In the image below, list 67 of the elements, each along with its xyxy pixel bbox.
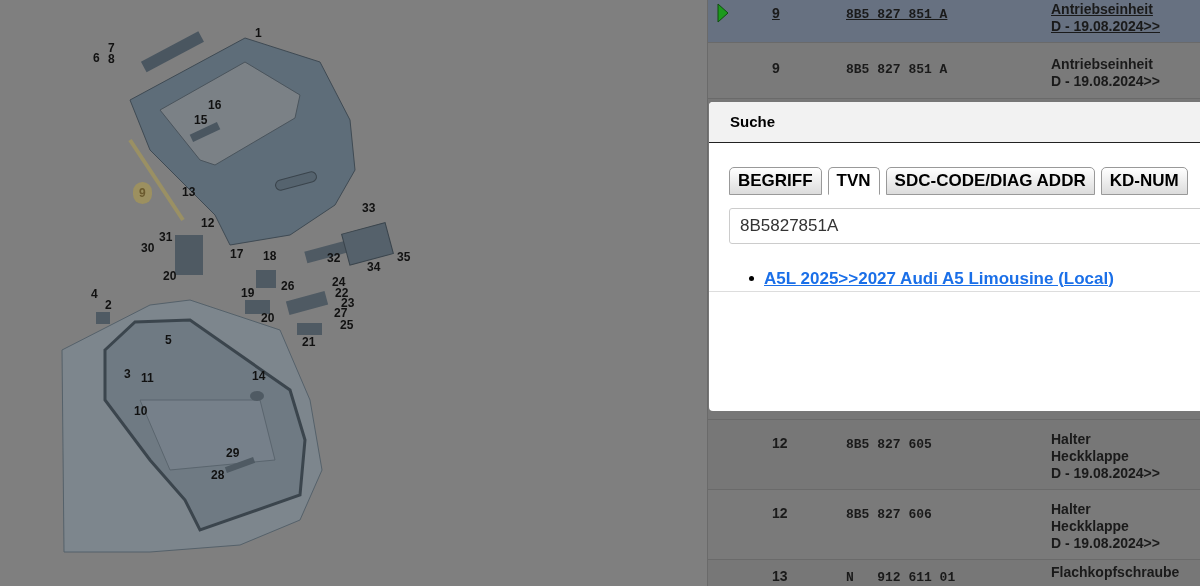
callout-number: 15 xyxy=(193,113,209,127)
table-cell: 13 xyxy=(772,568,788,584)
table-row[interactable]: 12 8B5 827 606 Halter Heckklappe D - 19.08.2024>> xyxy=(708,490,1200,560)
table-cell-text: Heckklappe xyxy=(1051,518,1130,535)
table-cell: 9 xyxy=(772,60,780,76)
callout-number: 30 xyxy=(140,241,156,255)
dialog-title: Suche xyxy=(730,111,775,132)
table-cell: 12 xyxy=(772,505,788,521)
table-cell: N 912 611 01 xyxy=(846,570,956,585)
callout-number: 21 xyxy=(301,335,317,349)
table-cell-text: Halter xyxy=(1051,431,1092,448)
search-tab[interactable]: KD-NUM xyxy=(1100,167,1188,195)
table-row[interactable]: 9 8B5 827 851 A Antriebseinheit D - 19.08.2024>> xyxy=(708,43,1200,99)
callout-number: 8 xyxy=(107,52,116,66)
callout-number: 24 xyxy=(331,275,346,289)
callout-number: 32 xyxy=(326,251,342,265)
callout-number: 18 xyxy=(262,249,278,263)
table-cell: D - 19.08.2024>> xyxy=(1051,18,1160,35)
search-tab[interactable]: SDC-CODE/DIAG ADDR xyxy=(885,167,1095,195)
table-row[interactable]: 12 8B5 827 605 Halter Heckklappe D - 19.08.2024>> xyxy=(708,420,1200,490)
callout-number: 25 xyxy=(339,318,355,332)
table-cell: 8B5 827 851 A xyxy=(846,62,948,77)
callout-number: 34 xyxy=(366,260,382,274)
callout-number: 11 xyxy=(140,371,155,385)
table-cell: 8B5 827 606 xyxy=(846,507,932,522)
callout-number: 33 xyxy=(361,201,377,215)
table-cell: 9 xyxy=(772,5,780,21)
callout-number: 28 xyxy=(210,468,226,482)
callout-number: 16 xyxy=(207,98,223,112)
callout-number: 13 xyxy=(181,185,197,199)
table-cell-text: Halter xyxy=(1051,501,1092,518)
callout-number: 12 xyxy=(200,216,216,230)
callout-number: 29 xyxy=(225,446,241,460)
table-cell: D - 19.08.2024>> xyxy=(1051,465,1160,482)
search-field[interactable]: 8B5827851A xyxy=(729,208,1200,244)
result-link[interactable]: A5L 2025>>2027 Audi A5 Limousine (Local) xyxy=(764,265,1114,291)
table-cell: D - 19.08.2024>> xyxy=(1051,535,1160,552)
callout-number: 10 xyxy=(133,404,149,418)
callout-number: 20 xyxy=(162,269,178,283)
callout-number: 31 xyxy=(158,230,174,244)
table-cell: 8B5 827 851 A xyxy=(846,7,948,22)
search-tab[interactable]: BEGRIFF xyxy=(729,167,822,195)
pointer-triangle-icon xyxy=(717,3,729,23)
callout-number: 26 xyxy=(280,279,296,293)
callout-number: 1 xyxy=(254,26,263,40)
callout-number: 35 xyxy=(396,250,412,264)
callout-number: 17 xyxy=(229,247,245,261)
callout-number: 3 xyxy=(123,367,132,381)
bullet-icon xyxy=(749,275,754,281)
callout-number: 20 xyxy=(260,311,276,325)
search-tab[interactable]: TVN xyxy=(827,167,880,195)
table-cell-text: Antriebseinheit xyxy=(1051,56,1154,73)
table-row[interactable]: 13 N 912 611 01 Flachkopfschraube xyxy=(708,560,1200,586)
table-cell-text: Antriebseinheit xyxy=(1051,1,1154,18)
callout-number: 19 xyxy=(240,286,256,300)
table-cell: D - 19.08.2024>> xyxy=(1051,73,1160,90)
table-cell: Flachkopfschraube xyxy=(1051,564,1180,581)
callout-number: 2 xyxy=(104,298,113,312)
callout-number: 6 xyxy=(92,51,101,65)
callout-number: 5 xyxy=(164,333,173,347)
callout-number: 14 xyxy=(251,369,267,383)
callout-number: 7 xyxy=(107,41,116,55)
table-row[interactable]: 9 8B5 827 851 A Antriebseinheit D - 19.08.2024>> xyxy=(708,0,1200,43)
table-cell-text: Heckklappe xyxy=(1051,448,1130,465)
table-cell: 8B5 827 605 xyxy=(846,437,932,452)
table-cell: 12 xyxy=(772,435,788,451)
callout-number: 4 xyxy=(90,287,99,301)
